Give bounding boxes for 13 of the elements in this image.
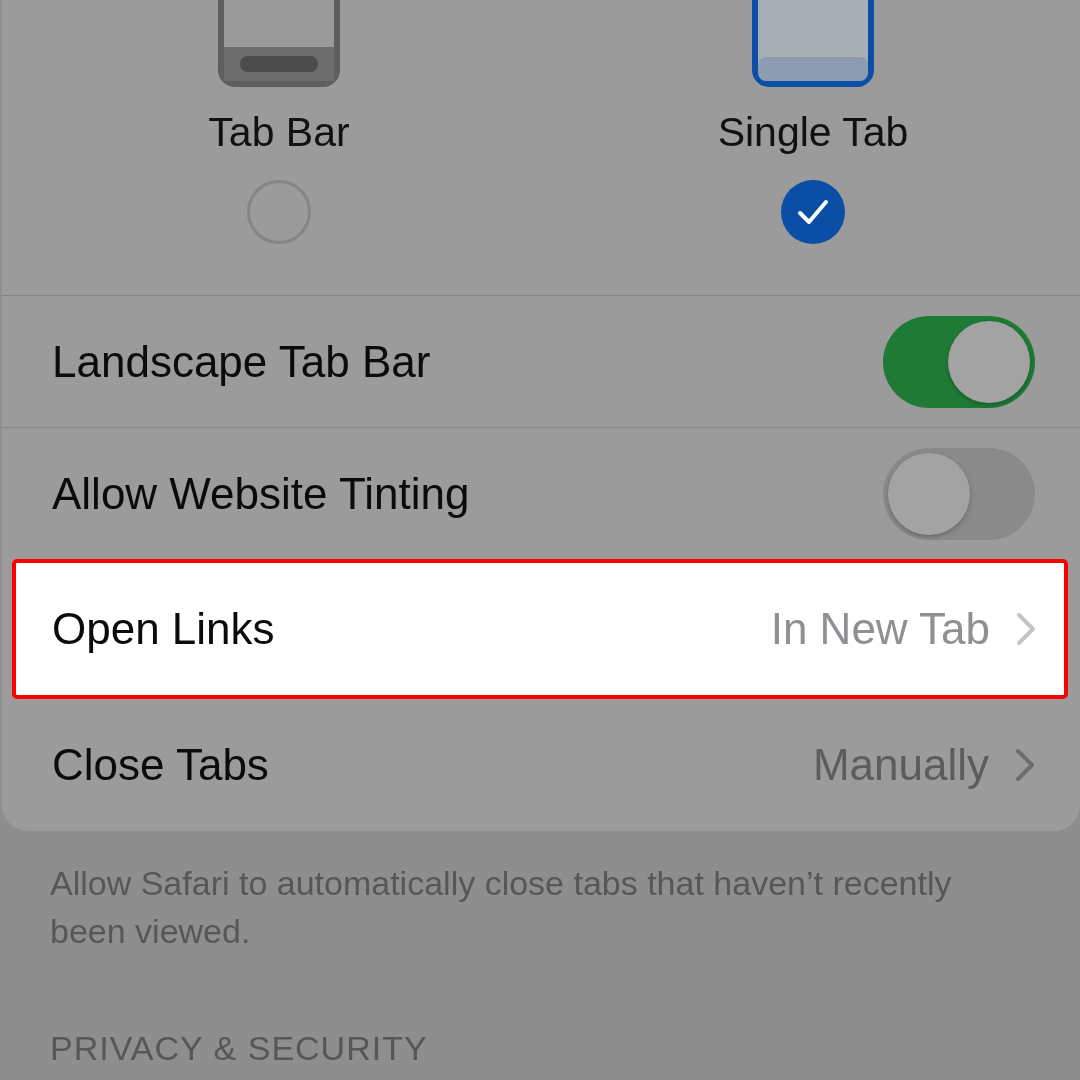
chevron-icon: [1016, 612, 1036, 646]
setting-label: Allow Website Tinting: [52, 468, 471, 519]
highlighted-setting-row[interactable]: Open Links In New Tab: [12, 559, 1068, 699]
layout-option-label: Tab Bar: [208, 109, 350, 156]
checkmark-icon: [796, 198, 830, 226]
setting-value: In New Tab: [770, 604, 990, 654]
setting-label: Close Tabs: [52, 740, 270, 790]
layout-option-label: Single Tab: [717, 109, 909, 156]
setting-label: Open Links: [52, 604, 276, 654]
setting-value: Manually: [812, 740, 989, 790]
chevron-icon: [1015, 748, 1035, 782]
setting-label: Landscape Tab Bar: [52, 336, 432, 387]
setting-row[interactable]: Close Tabs Manually: [2, 699, 1080, 831]
